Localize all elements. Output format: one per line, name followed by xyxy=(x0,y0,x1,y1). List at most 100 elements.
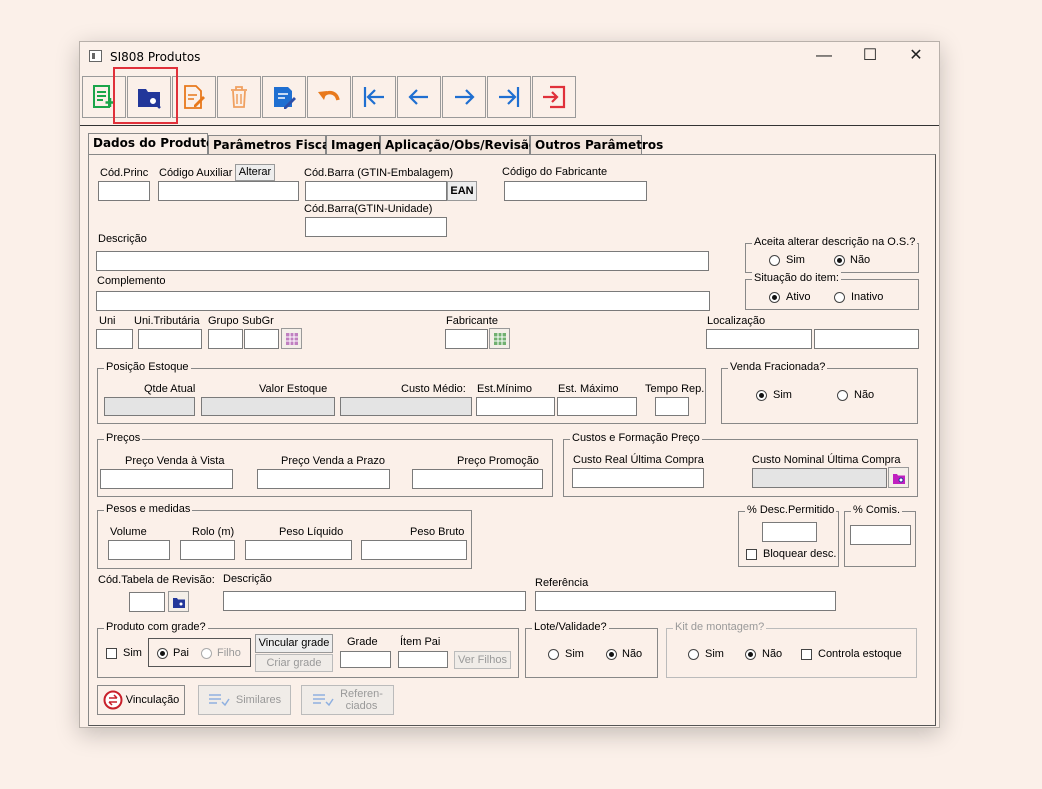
comis-input[interactable] xyxy=(850,525,911,545)
list-check-icon xyxy=(208,694,230,707)
fabricante-search-button[interactable] xyxy=(489,328,510,349)
est-maximo-label: Est. Máximo xyxy=(558,383,619,395)
link-icon xyxy=(103,690,123,710)
grade-sim-label: Sim xyxy=(123,647,142,659)
first-icon xyxy=(363,87,384,107)
custo-nominal-search-button[interactable] xyxy=(888,467,909,488)
uni-input[interactable] xyxy=(96,329,133,349)
lote-validade-title: Lote/Validade? xyxy=(532,621,609,633)
bloquear-desc-checkbox[interactable] xyxy=(746,549,757,560)
controla-estoque-checkbox[interactable] xyxy=(801,649,812,660)
precos-title: Preços xyxy=(104,432,143,444)
tab-aplicacao[interactable]: Aplicação/Obs/Revisão xyxy=(380,135,537,155)
subgr-input[interactable] xyxy=(244,329,279,349)
preco-vista-input[interactable] xyxy=(100,469,233,489)
localizacao-input-2[interactable] xyxy=(814,329,919,349)
kit-sim-radio[interactable] xyxy=(688,649,699,660)
volume-input[interactable] xyxy=(108,540,170,560)
custo-nominal-label: Custo Nominal Última Compra xyxy=(752,454,901,466)
vinculacao-button[interactable]: Vinculação xyxy=(97,685,185,715)
complemento-label: Complemento xyxy=(97,275,166,287)
cod-aux-input[interactable] xyxy=(158,181,299,201)
grupo-search-button[interactable] xyxy=(281,328,302,349)
grid-search-icon xyxy=(493,332,506,345)
kit-nao-radio[interactable] xyxy=(745,649,756,660)
lote-nao-label: Não xyxy=(622,648,643,660)
previous-button[interactable] xyxy=(397,76,441,118)
peso-liquido-input[interactable] xyxy=(245,540,352,560)
revisao-descricao-input[interactable] xyxy=(223,591,526,611)
grupo-input[interactable] xyxy=(208,329,243,349)
desc-permitido-input[interactable] xyxy=(762,522,817,542)
undo-button[interactable] xyxy=(307,76,351,118)
close-button[interactable]: ✕ xyxy=(893,42,939,72)
next-button[interactable] xyxy=(442,76,486,118)
pesos-title: Pesos e medidas xyxy=(104,503,193,515)
uni-trib-input[interactable] xyxy=(138,329,202,349)
tab-panel: Cód.Princ Código Auxiliar Alterar Cód.Ba… xyxy=(88,154,936,726)
aceita-sim-radio[interactable] xyxy=(769,255,780,266)
similares-button[interactable]: Similares xyxy=(198,685,291,715)
custo-nominal-input xyxy=(752,468,887,488)
grupo-label: Grupo xyxy=(208,315,239,327)
aceita-alterar-group: Aceita alterar descrição na O.S.? Sim Nã… xyxy=(745,236,919,273)
minimize-button[interactable]: — xyxy=(801,42,847,72)
ativo-radio[interactable] xyxy=(769,292,780,303)
first-button[interactable] xyxy=(352,76,396,118)
tab-imagem[interactable]: Imagem xyxy=(326,135,385,155)
est-maximo-input[interactable] xyxy=(557,397,637,416)
custo-medio-label: Custo Médio: xyxy=(401,383,466,395)
vincular-grade-button[interactable]: Vincular grade xyxy=(255,634,333,653)
ver-filhos-button[interactable]: Ver Filhos xyxy=(454,651,511,669)
grade-sim-checkbox[interactable] xyxy=(106,648,117,659)
grade-input[interactable] xyxy=(340,651,391,668)
cod-barra-uni-input[interactable] xyxy=(305,217,447,237)
last-button[interactable] xyxy=(487,76,531,118)
custos-group: Custos e Formação Preço Custo Real Últim… xyxy=(563,432,918,497)
criar-grade-button[interactable]: Criar grade xyxy=(255,654,333,672)
peso-bruto-input[interactable] xyxy=(361,540,467,560)
exit-button[interactable] xyxy=(532,76,576,118)
alterar-button[interactable]: Alterar xyxy=(235,164,275,181)
cod-tabela-search-button[interactable] xyxy=(168,591,189,612)
tab-dados-produto[interactable]: Dados do Produto xyxy=(88,133,214,155)
cod-barra-emb-input[interactable] xyxy=(305,181,447,201)
referencia-input[interactable] xyxy=(535,591,836,611)
cod-tabela-input[interactable] xyxy=(129,592,165,612)
edit-save-button[interactable] xyxy=(262,76,306,118)
grade-label: Grade xyxy=(347,636,378,648)
descricao-label: Descrição xyxy=(98,233,147,245)
fabricante-input[interactable] xyxy=(445,329,488,349)
venda-frac-nao-label: Não xyxy=(854,389,875,401)
preco-promocao-input[interactable] xyxy=(412,469,543,489)
lote-nao-radio[interactable] xyxy=(606,649,617,660)
venda-frac-nao-radio[interactable] xyxy=(837,390,848,401)
item-pai-input[interactable] xyxy=(398,651,448,668)
window-title: SI808 Produtos xyxy=(110,50,201,64)
delete-icon xyxy=(231,86,247,108)
venda-frac-sim-radio[interactable] xyxy=(756,390,767,401)
aceita-nao-radio[interactable] xyxy=(834,255,845,266)
pai-radio[interactable] xyxy=(157,648,168,659)
localizacao-input-1[interactable] xyxy=(706,329,812,349)
cod-princ-input[interactable] xyxy=(98,181,150,201)
lote-sim-radio[interactable] xyxy=(548,649,559,660)
referenciados-button[interactable]: Referen- ciados xyxy=(301,685,394,715)
ean-button[interactable]: EAN xyxy=(447,181,477,201)
custo-real-input[interactable] xyxy=(572,468,704,488)
inativo-radio[interactable] xyxy=(834,292,845,303)
filho-radio[interactable] xyxy=(201,648,212,659)
descricao-input[interactable] xyxy=(96,251,709,271)
tab-parametros-fiscais[interactable]: Parâmetros Fiscais xyxy=(208,135,341,155)
est-minimo-input[interactable] xyxy=(476,397,555,416)
preco-prazo-input[interactable] xyxy=(257,469,390,489)
cod-fabricante-input[interactable] xyxy=(504,181,647,201)
edit-button[interactable] xyxy=(172,76,216,118)
custo-real-label: Custo Real Última Compra xyxy=(573,454,704,466)
tab-outros-parametros[interactable]: Outros Parâmetros xyxy=(530,135,663,155)
maximize-button[interactable]: ☐ xyxy=(847,42,893,72)
rolo-input[interactable] xyxy=(180,540,235,560)
delete-button[interactable] xyxy=(217,76,261,118)
tempo-rep-input[interactable] xyxy=(655,397,689,416)
complemento-input[interactable] xyxy=(96,291,710,311)
